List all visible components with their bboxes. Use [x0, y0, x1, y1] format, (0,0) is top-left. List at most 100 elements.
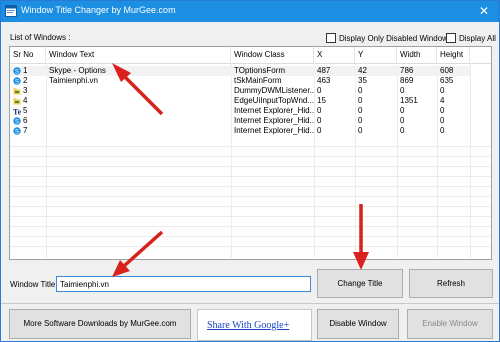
cell-y: 35 — [358, 76, 367, 85]
svg-text:S: S — [15, 119, 19, 125]
row-gridline — [10, 246, 491, 247]
cell-sr-no: 1 — [23, 66, 28, 75]
table-row[interactable]: 4 EdgeUiInputTopWnd... 15 0 1351 4 — [10, 96, 470, 106]
cell-sr-no: 7 — [23, 126, 28, 135]
row-gridline — [10, 156, 491, 157]
title-bar[interactable]: Window Title Changer by MurGee.com ✕ — [1, 1, 499, 22]
row-gridline — [10, 206, 491, 207]
row-gridline — [10, 176, 491, 177]
column-header-window-text[interactable]: Window Text — [46, 47, 231, 63]
enable-window-button[interactable]: Enable Window — [407, 309, 493, 339]
cell-width: 0 — [400, 116, 405, 125]
cell-x: 463 — [317, 76, 331, 85]
cell-height: 608 — [440, 66, 454, 75]
share-with-google-link[interactable]: Share With Google+ — [207, 320, 289, 331]
cell-height: 4 — [440, 96, 445, 105]
cell-width: 869 — [400, 76, 414, 85]
cell-x: 0 — [317, 116, 322, 125]
cell-x: 0 — [317, 106, 322, 115]
cell-height: 0 — [440, 86, 445, 95]
table-row[interactable]: Te 5 Internet Explorer_Hid... 0 0 0 0 — [10, 106, 470, 116]
column-header-x[interactable]: X — [314, 47, 355, 63]
column-divider — [470, 63, 471, 258]
display-only-disabled-checkbox[interactable]: Display Only Disabled Windows — [326, 33, 452, 43]
cell-x: 15 — [317, 96, 326, 105]
row-gridline — [10, 166, 491, 167]
more-software-button[interactable]: More Software Downloads by MurGee.com — [9, 309, 191, 339]
cell-width: 786 — [400, 66, 414, 75]
cell-window-class: Internet Explorer_Hid... — [234, 106, 314, 115]
row-gridline — [10, 146, 491, 147]
share-box: Share With Google+ — [197, 309, 312, 341]
column-header-width[interactable]: Width — [397, 47, 437, 63]
table-row[interactable]: S 1 Skype‪‪ - Options TOptionsForm 487 4… — [10, 66, 470, 76]
column-header-window-class[interactable]: Window Class — [231, 47, 314, 63]
checkbox-label: Display Only Disabled Windows — [339, 34, 452, 43]
cell-window-text: Taimienphi.vn — [49, 76, 98, 85]
cell-sr-no: 4 — [23, 96, 28, 105]
row-gridline — [10, 216, 491, 217]
cell-y: 0 — [358, 86, 363, 95]
cell-window-text — [46, 116, 231, 126]
column-header-height[interactable]: Height — [437, 47, 470, 63]
cell-y: 42 — [358, 66, 367, 75]
svg-text:S: S — [15, 129, 19, 135]
checkbox-box[interactable] — [326, 33, 336, 43]
cell-height: 635 — [440, 76, 454, 85]
column-header-y[interactable]: Y — [355, 47, 397, 63]
display-all-checkbox[interactable]: Display All — [446, 33, 496, 43]
cell-width: 0 — [400, 106, 405, 115]
svg-text:S: S — [15, 69, 19, 75]
cell-window-class: Internet Explorer_Hid... — [234, 126, 314, 135]
cell-window-class: tSkMainForm — [234, 76, 282, 85]
cell-y: 0 — [358, 106, 363, 115]
row-gridline — [10, 186, 491, 187]
row-gridline — [10, 226, 491, 227]
change-title-button[interactable]: Change Title — [317, 269, 403, 298]
divider — [1, 303, 499, 304]
app-icon — [5, 5, 17, 17]
cell-sr-no: 3 — [23, 86, 28, 95]
window-title-label: Window Title : — [10, 280, 60, 289]
window-title-input[interactable] — [56, 276, 311, 292]
cell-y: 0 — [358, 126, 363, 135]
table-row[interactable]: S 7 Internet Explorer_Hid... 0 0 0 0 — [10, 126, 470, 136]
disable-window-button[interactable]: Disable Window — [317, 309, 399, 339]
close-button[interactable]: ✕ — [469, 1, 499, 22]
column-header-sr-no[interactable]: Sr No — [10, 47, 46, 63]
table-row[interactable]: 3 DummyDWMListener... 0 0 0 0 — [10, 86, 470, 96]
table-row[interactable]: S 6 Internet Explorer_Hid... 0 0 0 0 — [10, 116, 470, 126]
list-of-windows-label: List of Windows : — [10, 33, 71, 42]
cell-x: 0 — [317, 126, 322, 135]
cell-window-text — [46, 86, 231, 96]
cell-y: 0 — [358, 116, 363, 125]
app-window: Window Title Changer by MurGee.com ✕ Lis… — [0, 0, 500, 342]
cell-height: 0 — [440, 116, 445, 125]
window-title: Window Title Changer by MurGee.com — [21, 5, 176, 15]
cell-width: 1351 — [400, 96, 418, 105]
cell-window-text — [46, 106, 231, 116]
cell-window-text: Skype‪‪ - Options — [49, 66, 106, 75]
list-header: Sr No Window Text Window Class X Y Width… — [10, 47, 491, 64]
table-row[interactable]: S 2 Taimienphi.vn tSkMainForm 463 35 869… — [10, 76, 470, 86]
windows-list[interactable]: Sr No Window Text Window Class X Y Width… — [9, 46, 492, 260]
cell-x: 0 — [317, 86, 322, 95]
svg-text:S: S — [15, 79, 19, 85]
cell-x: 487 — [317, 66, 331, 75]
cell-window-text — [46, 96, 231, 106]
cell-width: 0 — [400, 126, 405, 135]
cell-window-class: EdgeUiInputTopWnd... — [234, 96, 314, 105]
checkbox-label: Display All — [459, 34, 496, 43]
refresh-button[interactable]: Refresh — [409, 269, 493, 298]
cell-sr-no: 6 — [23, 116, 28, 125]
cell-window-class: TOptionsForm — [234, 66, 285, 75]
cell-window-class: Internet Explorer_Hid... — [234, 116, 314, 125]
cell-window-text — [46, 126, 231, 136]
row-gridline — [10, 236, 491, 237]
checkbox-box[interactable] — [446, 33, 456, 43]
cell-window-class: DummyDWMListener... — [234, 86, 314, 95]
cell-sr-no: 5 — [23, 106, 28, 115]
cell-height: 0 — [440, 106, 445, 115]
cell-height: 0 — [440, 126, 445, 135]
cell-y: 0 — [358, 96, 363, 105]
